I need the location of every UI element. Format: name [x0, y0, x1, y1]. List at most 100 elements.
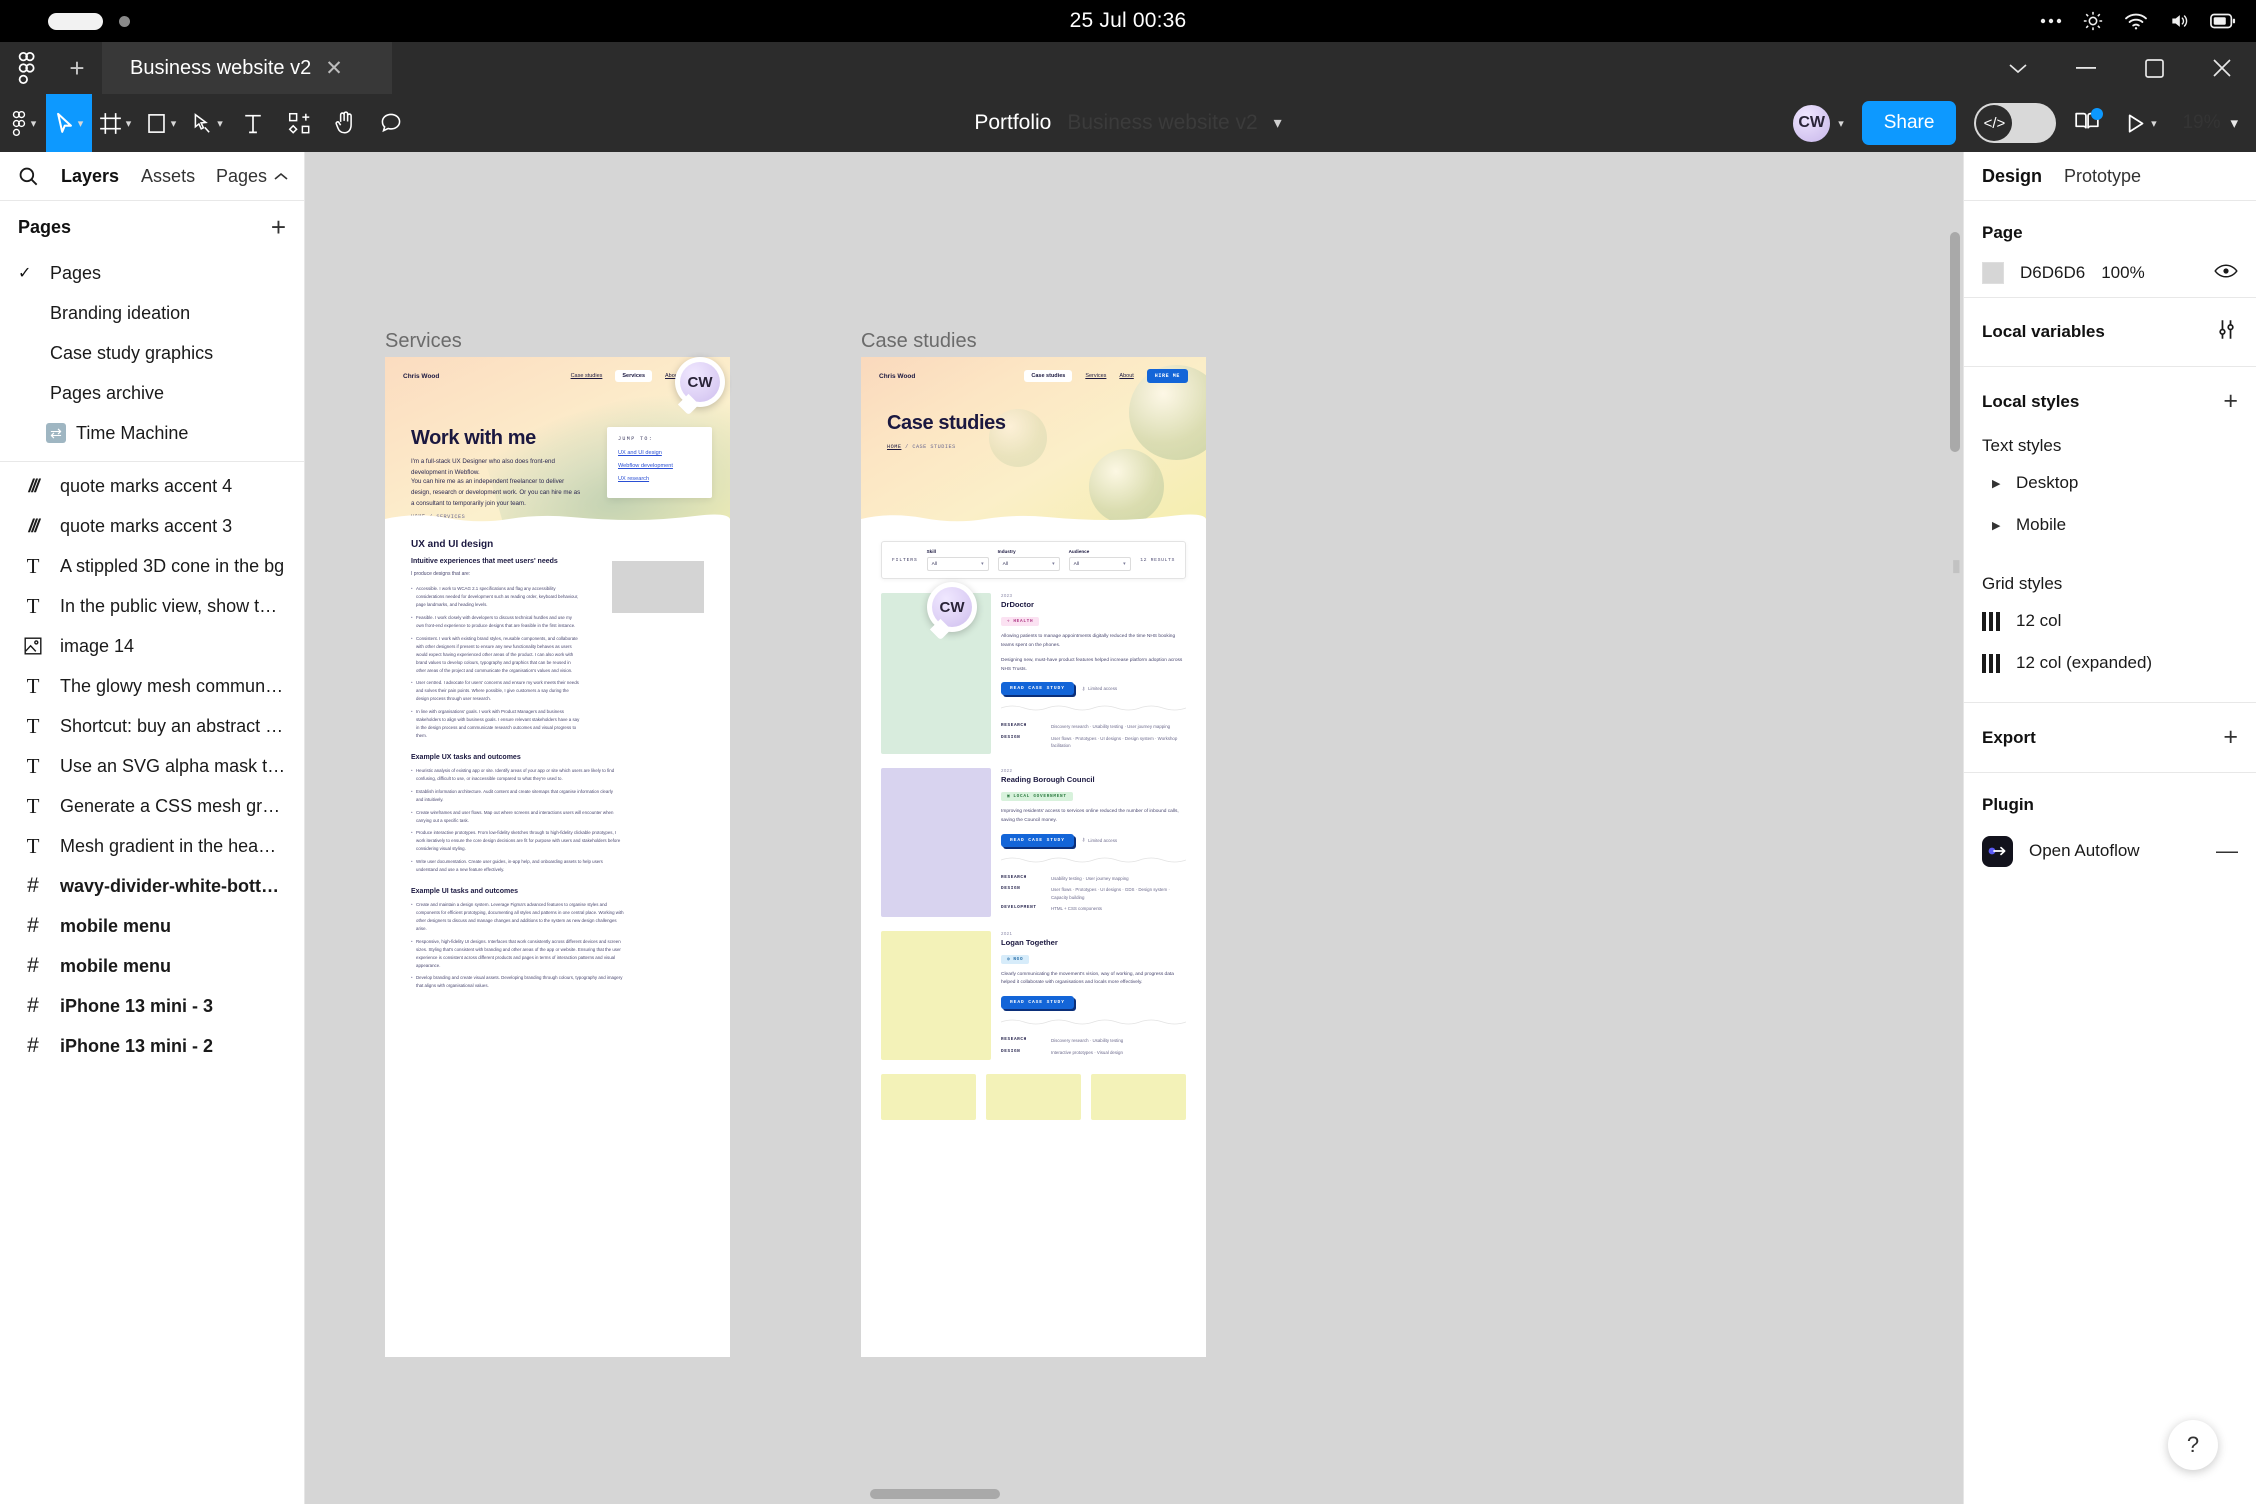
page-fill-row[interactable]: D6D6D6 100%: [1964, 249, 2256, 297]
hire-me-button[interactable]: HIRE ME: [1146, 369, 1188, 383]
layer-row[interactable]: T A stippled 3D cone in the bg: [0, 546, 304, 586]
page-item-time-machine[interactable]: ⇄ Time Machine: [0, 413, 304, 453]
add-export-button[interactable]: +: [2223, 725, 2238, 750]
plugin-item-open-autoflow[interactable]: Open Autoflow —: [1964, 823, 2256, 879]
close-window-button[interactable]: [2188, 42, 2256, 94]
tab-prototype[interactable]: Prototype: [2064, 166, 2141, 187]
user-avatar-menu[interactable]: CW ▾: [1791, 102, 1844, 144]
shape-tool[interactable]: ▾: [138, 94, 184, 152]
nav-link-case-studies[interactable]: Case studies: [1024, 370, 1073, 382]
chevron-down-icon[interactable]: ▾: [1274, 113, 1282, 133]
nav-link-about[interactable]: About: [1119, 373, 1133, 379]
more-options-icon[interactable]: [2040, 17, 2062, 25]
share-button[interactable]: Share: [1861, 101, 1957, 145]
nav-link-services[interactable]: Services: [615, 370, 653, 382]
pages-collapse-toggle[interactable]: Pages: [216, 166, 288, 187]
layer-row[interactable]: /// quote marks accent 4: [0, 466, 304, 506]
layer-row[interactable]: T In the public view, show the graph…: [0, 586, 304, 626]
local-variables-section[interactable]: Local variables: [1964, 298, 2256, 366]
grid-style-12-col[interactable]: 12 col: [1964, 600, 2256, 642]
page-item-pages-archive[interactable]: Pages archive: [0, 373, 304, 413]
tab-design[interactable]: Design: [1982, 166, 2042, 187]
canvas-horizontal-scrollbar[interactable]: [870, 1489, 1000, 1499]
layer-row[interactable]: # mobile menu: [0, 946, 304, 986]
read-case-study-button[interactable]: READ CASE STUDY: [1001, 833, 1074, 847]
canvas-vertical-scrollbar[interactable]: [1950, 232, 1960, 452]
nav-link-case-studies[interactable]: Case studies: [571, 373, 603, 379]
jump-link-ux-ui-design[interactable]: UX and UI design: [618, 450, 701, 456]
read-case-study-button[interactable]: READ CASE STUDY: [1001, 996, 1074, 1010]
file-tab-business-website-v2[interactable]: Business website v2 ✕: [102, 42, 392, 94]
design-canvas[interactable]: Services Case studies Chris Wood Case st…: [305, 152, 1963, 1504]
minimize-window-button[interactable]: [2052, 42, 2120, 94]
present-button[interactable]: ▾: [2118, 113, 2164, 134]
layer-row[interactable]: /// quote marks accent 3: [0, 506, 304, 546]
filter-audience-select[interactable]: All ▾: [1068, 557, 1131, 571]
layer-row[interactable]: image 14: [0, 626, 304, 666]
jump-link-webflow-development[interactable]: Webflow development: [618, 463, 701, 469]
actions-tool[interactable]: [276, 94, 322, 152]
read-case-study-button[interactable]: READ CASE STUDY: [1001, 682, 1074, 696]
case-study-card[interactable]: 2022 Reading Borough Council ▣ LOCAL GOV…: [881, 767, 1187, 917]
volume-icon[interactable]: [2168, 11, 2190, 31]
chevron-down-icon[interactable]: [1984, 42, 2052, 94]
text-tool[interactable]: [230, 94, 276, 152]
wifi-icon[interactable]: [2124, 12, 2148, 30]
pen-tool[interactable]: ▾: [184, 94, 230, 152]
fill-hex-value[interactable]: D6D6D6: [2020, 263, 2085, 283]
page-item-case-study-graphics[interactable]: Case study graphics: [0, 333, 304, 373]
layer-row[interactable]: # iPhone 13 mini - 3: [0, 986, 304, 1026]
brightness-icon[interactable]: [2082, 10, 2104, 32]
comment-tool[interactable]: [368, 94, 414, 152]
text-style-group-mobile[interactable]: ▶ Mobile: [1964, 504, 2256, 546]
add-page-button[interactable]: +: [271, 214, 286, 240]
tab-layers[interactable]: Layers: [61, 166, 119, 187]
collapse-plugin-button[interactable]: —: [2216, 838, 2238, 864]
case-study-card[interactable]: 2023 DrDoctor ✛ HEALTH Allowing patients…: [881, 593, 1187, 754]
layer-row[interactable]: # wavy-divider-white-bottom: [0, 866, 304, 906]
layer-row[interactable]: T Use an SVG alpha mask to make t…: [0, 746, 304, 786]
layer-row[interactable]: T Mesh gradient in the header using …: [0, 826, 304, 866]
page-item-pages[interactable]: ✓ Pages: [0, 253, 304, 293]
nav-link-services[interactable]: Services: [1085, 373, 1106, 379]
breadcrumb-file[interactable]: Business website v2: [1067, 111, 1257, 135]
zoom-menu[interactable]: 19% ▾: [2182, 112, 2238, 134]
jump-link-ux-research[interactable]: UX research: [618, 476, 701, 482]
battery-icon[interactable]: [2210, 12, 2236, 30]
variables-settings-icon[interactable]: [2215, 318, 2238, 346]
figma-logo-icon[interactable]: [0, 42, 52, 94]
case-study-card[interactable]: 2021 Logan Together ◍ NGO Clearly commun…: [881, 930, 1187, 1061]
fill-opacity-value[interactable]: 100%: [2101, 263, 2144, 283]
artboard-case-studies[interactable]: Chris Wood Case studies Services About H…: [861, 357, 1206, 1357]
text-style-group-desktop[interactable]: ▶ Desktop: [1964, 462, 2256, 504]
add-style-button[interactable]: +: [2223, 389, 2238, 414]
tab-assets[interactable]: Assets: [141, 166, 195, 187]
new-tab-button[interactable]: +: [52, 42, 102, 94]
visibility-eye-icon[interactable]: [2214, 263, 2238, 284]
library-notifications-button[interactable]: [2074, 107, 2104, 137]
grid-style-12-col-expanded[interactable]: 12 col (expanded): [1964, 642, 2256, 684]
layer-row[interactable]: # iPhone 13 mini - 2: [0, 1026, 304, 1066]
breadcrumb-team[interactable]: Portfolio: [974, 111, 1051, 135]
layer-row[interactable]: T Shortcut: buy an abstract Blender …: [0, 706, 304, 746]
help-button[interactable]: ?: [2168, 1420, 2218, 1470]
layer-row[interactable]: T Generate a CSS mesh gradient: ht…: [0, 786, 304, 826]
breadcrumb-home[interactable]: HOME: [887, 444, 901, 450]
frame-label-case-studies[interactable]: Case studies: [861, 330, 977, 353]
dev-mode-toggle[interactable]: </>: [1974, 103, 2057, 143]
close-tab-icon[interactable]: ✕: [325, 58, 343, 79]
maximize-window-button[interactable]: [2120, 42, 2188, 94]
artboard-services[interactable]: Chris Wood Case studies Services About W…: [385, 357, 730, 1357]
color-swatch[interactable]: [1982, 262, 2004, 284]
hand-tool[interactable]: [322, 94, 368, 152]
page-item-branding-ideation[interactable]: Branding ideation: [0, 293, 304, 333]
main-menu-button[interactable]: ▾: [0, 94, 46, 152]
layer-row[interactable]: # mobile menu: [0, 906, 304, 946]
frame-label-services[interactable]: Services: [385, 330, 462, 353]
frame-tool[interactable]: ▾: [92, 94, 138, 152]
layer-row[interactable]: T The glowy mesh communicates ho…: [0, 666, 304, 706]
search-icon[interactable]: [18, 166, 39, 187]
filter-skill-select[interactable]: All ▾: [926, 557, 989, 571]
filter-industry-select[interactable]: All ▾: [997, 557, 1060, 571]
move-tool[interactable]: ▾: [46, 94, 92, 152]
